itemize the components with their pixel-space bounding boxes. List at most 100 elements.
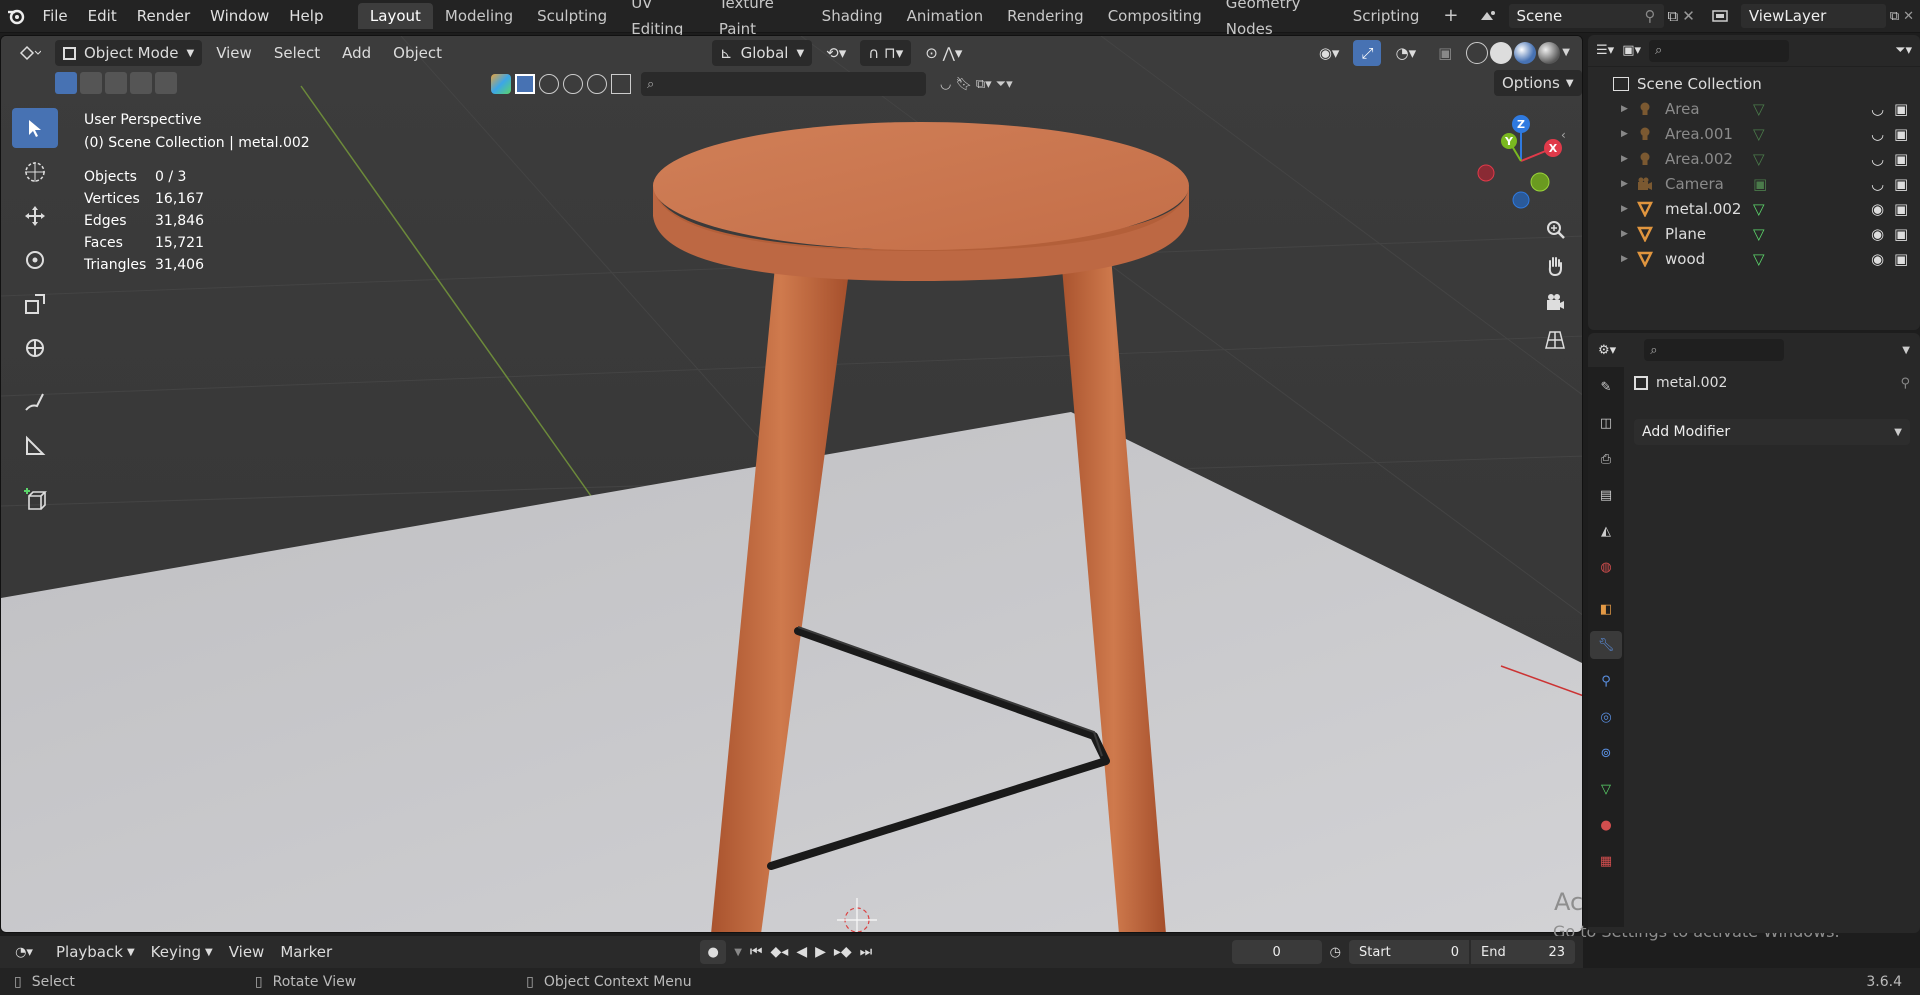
menu-window[interactable]: Window: [200, 0, 279, 33]
tab-sculpting[interactable]: Sculpting: [525, 3, 619, 29]
outliner-item[interactable]: ▶ metal.002 ▽ ◉ ▣: [1588, 196, 1920, 221]
snap-icon[interactable]: ∩ ⊓▾: [860, 40, 912, 66]
properties-search-input[interactable]: ⌕: [1644, 339, 1785, 361]
playback-menu[interactable]: Playback ▼: [48, 939, 143, 965]
perspective-toggle-icon[interactable]: [1537, 322, 1573, 358]
gizmo-neg-x-axis[interactable]: [1477, 164, 1495, 182]
render-camera-icon[interactable]: ▣: [1894, 100, 1908, 118]
outliner-item[interactable]: ▶ Area.002 ▽ ◡ ▣: [1588, 146, 1920, 171]
annotate-tool[interactable]: [12, 382, 58, 422]
viewport-search-input[interactable]: ⌕: [641, 72, 926, 96]
world-filter-icon[interactable]: [587, 74, 607, 94]
measure-tool[interactable]: [12, 426, 58, 466]
select-difference-icon[interactable]: [130, 72, 152, 94]
timeline-editor-icon[interactable]: ◔▾: [0, 945, 48, 960]
menu-select[interactable]: Select: [266, 40, 328, 66]
marker-menu[interactable]: Marker: [272, 939, 340, 965]
transform-tool[interactable]: [12, 328, 58, 368]
tab-rendering[interactable]: Rendering: [995, 3, 1096, 29]
gizmo-neg-y-axis[interactable]: [1530, 172, 1550, 192]
keying-menu[interactable]: Keying ▼: [143, 939, 221, 965]
hidden-eye-icon[interactable]: ◡: [1871, 125, 1884, 143]
select-subtract-icon[interactable]: [105, 72, 127, 94]
expand-arrow-icon[interactable]: ▶: [1621, 254, 1637, 264]
render-camera-icon[interactable]: ▣: [1894, 250, 1908, 268]
object-data-icon[interactable]: ▽: [1753, 125, 1843, 143]
move-tool[interactable]: [12, 196, 58, 236]
pivot-point-icon[interactable]: ⟲▾: [818, 40, 854, 66]
view-layer-tab-icon[interactable]: ▤: [1592, 481, 1620, 509]
camera-filter-icon[interactable]: [611, 74, 631, 94]
render-visibility-icon[interactable]: [539, 74, 559, 94]
select-new-icon[interactable]: [55, 72, 77, 94]
record-keyframe-icon[interactable]: ●: [700, 940, 727, 964]
menu-edit[interactable]: Edit: [78, 0, 127, 33]
physics-tab-icon[interactable]: ◎: [1592, 703, 1620, 731]
delete-scene-icon[interactable]: ✕: [1682, 7, 1695, 25]
hidden-eye-icon[interactable]: ◡: [1871, 100, 1884, 118]
outliner-item[interactable]: ▶ Plane ▽ ◉ ▣: [1588, 221, 1920, 246]
object-data-icon[interactable]: ▽: [1753, 100, 1843, 118]
material-tab-icon[interactable]: ●: [1592, 811, 1620, 839]
eye-icon[interactable]: ◉: [1871, 250, 1884, 268]
tool-tab-icon[interactable]: ✎: [1592, 373, 1620, 401]
tab-compositing[interactable]: Compositing: [1096, 3, 1214, 29]
prev-keyframe-icon[interactable]: ◆◂: [771, 944, 789, 960]
eye-icon[interactable]: ◉: [1871, 225, 1884, 243]
hidden-eye-icon[interactable]: ◡: [1871, 150, 1884, 168]
menu-file[interactable]: File: [33, 0, 78, 33]
camera-view-icon[interactable]: [1537, 285, 1573, 321]
scale-tool[interactable]: [12, 284, 58, 324]
wireframe-shading-icon[interactable]: [1466, 42, 1489, 64]
3d-viewport[interactable]: Object Mode ▼ View Select Add Object ⊾ G…: [0, 35, 1583, 933]
scene-collection-row[interactable]: Scene Collection: [1588, 71, 1920, 96]
expand-arrow-icon[interactable]: ▶: [1621, 179, 1637, 189]
expand-arrow-icon[interactable]: ▶: [1621, 204, 1637, 214]
gizmo-neg-z-axis[interactable]: [1512, 191, 1530, 209]
view-layer-selector[interactable]: ViewLayer ⧉ ✕: [1703, 4, 1914, 28]
chevron-down-icon[interactable]: ▼: [1902, 345, 1910, 356]
jump-start-icon[interactable]: ⏮: [750, 944, 763, 960]
pin-icon[interactable]: ⚲: [1645, 7, 1656, 25]
bookmark-icon[interactable]: 🔖︎: [955, 77, 972, 92]
render-camera-icon[interactable]: ▣: [1894, 200, 1908, 218]
chevron-down-icon[interactable]: ▼: [1562, 42, 1570, 64]
filter-icon[interactable]: ⏷▾: [1895, 43, 1912, 58]
expand-arrow-icon[interactable]: ▶: [1621, 154, 1637, 164]
properties-editor-icon[interactable]: ⚙▾: [1598, 343, 1616, 358]
select-box-tool[interactable]: [12, 108, 58, 148]
transform-orientation-selector[interactable]: ⊾ Global ▼: [712, 40, 813, 66]
tab-scripting[interactable]: Scripting: [1341, 3, 1432, 29]
pin-icon[interactable]: ⚲: [1900, 376, 1910, 391]
end-frame-field[interactable]: End 23: [1471, 940, 1575, 964]
expand-arrow-icon[interactable]: ▶: [1621, 129, 1637, 139]
scene-tab-icon[interactable]: ◭: [1592, 517, 1620, 545]
play-icon[interactable]: ▶: [815, 944, 826, 960]
tab-shading[interactable]: Shading: [810, 3, 895, 29]
funnel-icon[interactable]: ⏷▾: [996, 77, 1013, 92]
proportional-edit-icon[interactable]: ⊙ ⋀▾: [917, 40, 970, 66]
world-tab-icon[interactable]: ◍: [1592, 553, 1620, 581]
object-data-icon[interactable]: ▽: [1753, 225, 1843, 243]
rendered-shading-icon[interactable]: [1538, 42, 1561, 64]
object-data-icon[interactable]: ▣: [1753, 175, 1843, 193]
tab-modeling[interactable]: Modeling: [433, 3, 525, 29]
object-data-icon[interactable]: ▽: [1753, 150, 1843, 168]
render-camera-icon[interactable]: ▣: [1894, 225, 1908, 243]
next-keyframe-icon[interactable]: ▸◆: [834, 944, 852, 960]
modifier-tab-icon[interactable]: 🔧︎: [1590, 631, 1622, 659]
render-camera-icon[interactable]: ▣: [1894, 150, 1908, 168]
pan-hand-icon[interactable]: [1537, 248, 1573, 284]
object-data-icon[interactable]: ▽: [1753, 250, 1843, 268]
select-extend-icon[interactable]: [80, 72, 102, 94]
add-workspace-button[interactable]: +: [1431, 3, 1470, 29]
solid-shading-icon[interactable]: [1490, 42, 1513, 64]
new-scene-icon[interactable]: ⧉: [1668, 7, 1679, 25]
particles-tab-icon[interactable]: ⚲: [1592, 667, 1620, 695]
render-tab-icon[interactable]: ◫: [1592, 409, 1620, 437]
constraints-tab-icon[interactable]: ⊚: [1592, 739, 1620, 767]
outliner-item[interactable]: ▶ Camera ▣ ◡ ▣: [1588, 171, 1920, 196]
tab-animation[interactable]: Animation: [895, 3, 995, 29]
overlay-toggle-icon[interactable]: ◔▾: [1387, 40, 1424, 66]
object-type-icon[interactable]: [491, 74, 511, 94]
